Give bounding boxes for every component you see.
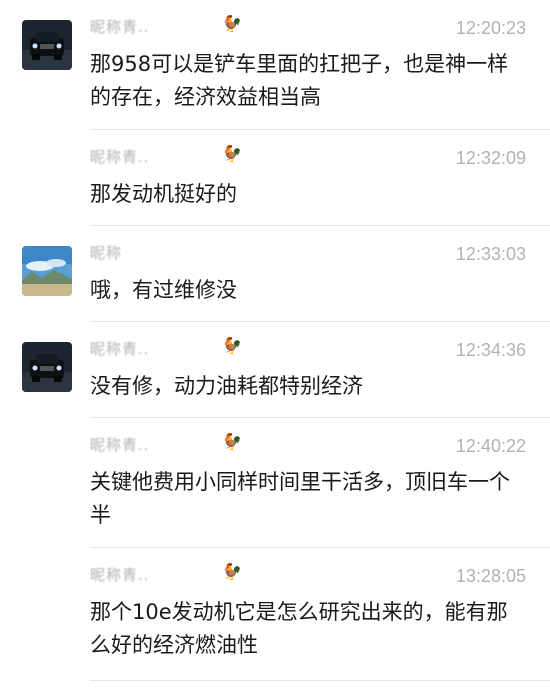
avatar[interactable] bbox=[22, 20, 72, 70]
message-timestamp: 12:32:09 bbox=[455, 148, 526, 168]
message-timestamp: 13:28:05 bbox=[455, 566, 526, 586]
message-item[interactable]: 昵称青.. 🐓 12:32:09 那发动机挺好的 bbox=[0, 130, 550, 226]
avatar[interactable] bbox=[22, 246, 72, 296]
message-text: 没有修，动力油耗都特别经济 bbox=[90, 374, 363, 398]
message-timestamp: 12:33:03 bbox=[455, 244, 526, 264]
rooster-emoji-icon: 🐓 bbox=[222, 14, 242, 33]
message-timestamp: 12:40:22 bbox=[455, 436, 526, 456]
message-text: 哦，有过维修没 bbox=[90, 278, 237, 302]
truck-avatar-icon bbox=[22, 20, 72, 70]
message-item[interactable]: 昵称青.. 🐓 12:40:22 关键他费用小同样时间里干活多，顶旧车一个半 bbox=[0, 418, 550, 548]
message-timestamp: 12:20:23 bbox=[455, 18, 526, 38]
avatar[interactable] bbox=[22, 342, 72, 392]
sender-name: 昵称青.. bbox=[90, 18, 150, 36]
rooster-emoji-icon: 🐓 bbox=[222, 144, 242, 163]
sender-name: 昵称青.. bbox=[90, 436, 150, 454]
truck-avatar-icon bbox=[22, 342, 72, 392]
rooster-emoji-icon: 🐓 bbox=[222, 562, 242, 581]
message-item[interactable]: 昵称 12:33:03 哦，有过维修没 bbox=[0, 226, 550, 322]
rooster-emoji-icon: 🐓 bbox=[222, 432, 242, 451]
message-text: 关键他费用小同样时间里干活多，顶旧车一个半 bbox=[90, 470, 510, 527]
chat-message-list: 昵称青.. 🐓 12:20:23 那958可以是铲车里面的扛把子，也是神一样的存… bbox=[0, 0, 550, 689]
divider bbox=[90, 680, 550, 681]
sender-name: 昵称 bbox=[90, 244, 123, 262]
message-text: 那个10e发动机它是怎么研究出来的，能有那么好的经济燃油性 bbox=[90, 600, 508, 657]
sender-name: 昵称青.. bbox=[90, 566, 150, 584]
rooster-emoji-icon: 🐓 bbox=[222, 336, 242, 355]
message-item[interactable]: 昵称青.. 🐓 13:28:05 那个10e发动机它是怎么研究出来的，能有那么好… bbox=[0, 548, 550, 689]
sender-name: 昵称青.. bbox=[90, 340, 150, 358]
message-text: 那958可以是铲车里面的扛把子，也是神一样的存在，经济效益相当高 bbox=[90, 52, 509, 109]
message-item[interactable]: 昵称青.. 🐓 12:34:36 没有修，动力油耗都特别经济 bbox=[0, 322, 550, 418]
landscape-avatar-icon bbox=[22, 246, 72, 296]
sender-name: 昵称青.. bbox=[90, 148, 150, 166]
message-text: 那发动机挺好的 bbox=[90, 182, 237, 206]
message-item[interactable]: 昵称青.. 🐓 12:20:23 那958可以是铲车里面的扛把子，也是神一样的存… bbox=[0, 0, 550, 130]
message-timestamp: 12:34:36 bbox=[455, 340, 526, 360]
